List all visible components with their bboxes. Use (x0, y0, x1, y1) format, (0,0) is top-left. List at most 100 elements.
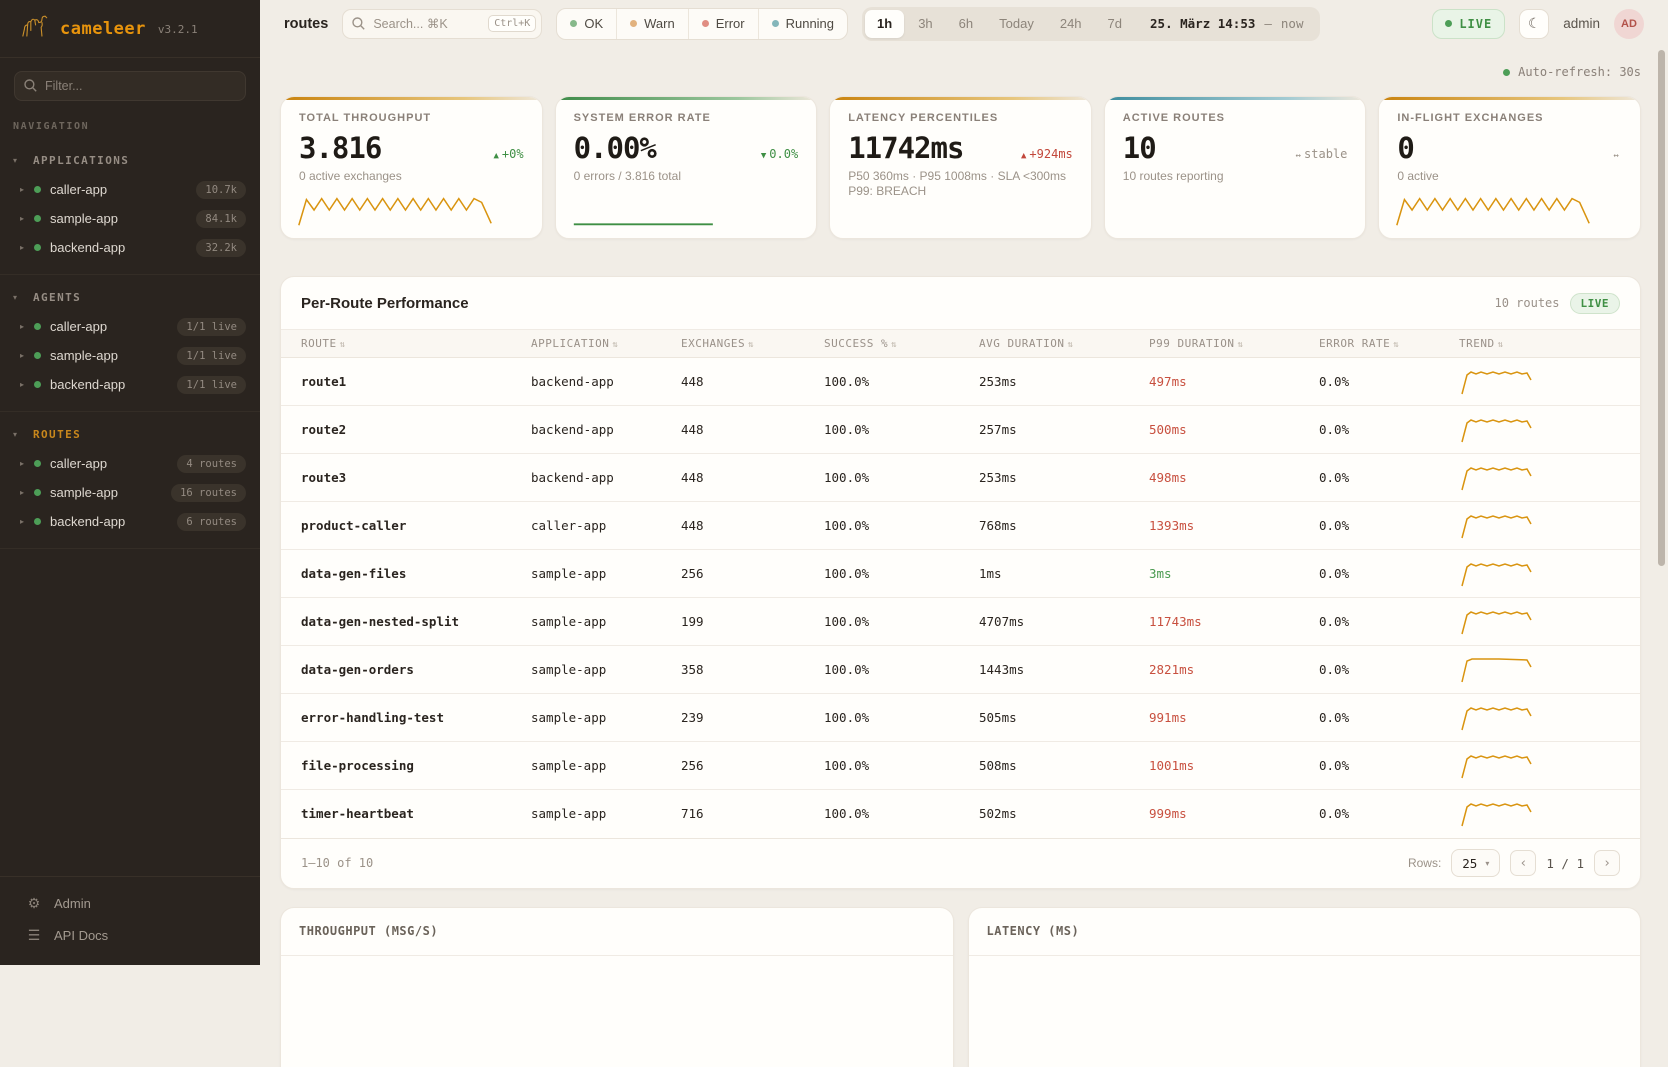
sidebar-item-backend-app-routes[interactable]: ▸ backend-app 6 routes (0, 507, 260, 536)
application-name: sample-app (523, 598, 673, 646)
col-p99-duration[interactable]: P99 DURATION⇅ (1141, 330, 1311, 358)
table-row[interactable]: route2 backend-app 448 100.0% 257ms 500m… (281, 406, 1640, 454)
next-page-button[interactable]: › (1594, 850, 1620, 876)
section-header-agents[interactable]: ▾ AGENTS (0, 285, 260, 312)
exchanges-value: 448 (673, 406, 816, 454)
rows-per-page-value: 25 (1462, 856, 1477, 871)
application-name: backend-app (523, 358, 673, 406)
error-dot-icon (702, 20, 709, 27)
time-range-display[interactable]: 25. März 14:53 — now (1136, 16, 1317, 31)
sidebar-item-api-docs[interactable]: ☰ API Docs (0, 919, 260, 951)
sidebar-filter (14, 71, 246, 101)
col-trend[interactable]: TREND⇅ (1451, 330, 1640, 358)
item-label: caller-app (50, 456, 107, 471)
dark-mode-toggle[interactable]: ☾ (1519, 9, 1549, 39)
filter-input[interactable] (14, 71, 246, 101)
kpi-label: SYSTEM ERROR RATE (574, 112, 799, 124)
table-row[interactable]: data-gen-orders sample-app 358 100.0% 14… (281, 646, 1640, 694)
chevron-right-icon: ▸ (20, 243, 34, 252)
item-badge: 84.1k (196, 210, 246, 228)
filter-label: Running (786, 16, 834, 31)
range-1h-button[interactable]: 1h (865, 10, 904, 38)
sidebar-item-caller-app[interactable]: ▸ caller-app 10.7k (0, 175, 260, 204)
col-exchanges[interactable]: EXCHANGES⇅ (673, 330, 816, 358)
avatar[interactable]: AD (1614, 9, 1644, 39)
error-rate-value: 0.0% (1311, 598, 1451, 646)
avg-duration-value: 508ms (971, 742, 1141, 790)
live-toggle[interactable]: LIVE (1432, 9, 1505, 39)
sidebar-item-backend-app[interactable]: ▸ backend-app 32.2k (0, 233, 260, 262)
item-label: caller-app (50, 182, 107, 197)
kpi-delta: ▲+0% (493, 147, 523, 161)
auto-refresh-label: Auto-refresh: 30s (1518, 65, 1641, 79)
sidebar-item-admin[interactable]: ⚙ Admin (0, 887, 260, 919)
sidebar-item-sample-app-agent[interactable]: ▸ sample-app 1/1 live (0, 341, 260, 370)
live-dot-icon (1445, 20, 1452, 27)
error-rate-value: 0.0% (1311, 502, 1451, 550)
bottom-charts-row: THROUGHPUT (MSG/S) LATENCY (MS) (280, 907, 1641, 1067)
table-row[interactable]: data-gen-files sample-app 256 100.0% 1ms… (281, 550, 1640, 598)
status-dot (34, 352, 41, 359)
range-today-button[interactable]: Today (987, 10, 1046, 38)
exchanges-value: 239 (673, 694, 816, 742)
kpi-subtext: 0 active (1397, 169, 1622, 183)
card-accent (830, 97, 1091, 100)
rows-per-page-label: Rows: (1408, 856, 1441, 870)
table-row[interactable]: timer-heartbeat sample-app 716 100.0% 50… (281, 790, 1640, 838)
app-logo: cameleer v3.2.1 (0, 0, 260, 58)
sidebar-item-caller-app-agent[interactable]: ▸ caller-app 1/1 live (0, 312, 260, 341)
status-dot (34, 381, 41, 388)
filter-running-button[interactable]: Running (759, 9, 847, 39)
card-accent (1379, 97, 1640, 100)
filter-label: OK (584, 16, 603, 31)
kpi-inflight-exchanges: IN-FLIGHT EXCHANGES 0 ↔ 0 active (1378, 96, 1641, 239)
filter-error-button[interactable]: Error (689, 9, 759, 39)
table-row[interactable]: file-processing sample-app 256 100.0% 50… (281, 742, 1640, 790)
col-error-rate[interactable]: ERROR RATE⇅ (1311, 330, 1451, 358)
range-7d-button[interactable]: 7d (1096, 10, 1134, 38)
filter-ok-button[interactable]: OK (557, 9, 617, 39)
range-6h-button[interactable]: 6h (947, 10, 985, 38)
throughput-chart-panel: THROUGHPUT (MSG/S) (280, 907, 954, 1067)
section-header-applications[interactable]: ▾ APPLICATIONS (0, 148, 260, 175)
chart-header: THROUGHPUT (MSG/S) (281, 908, 953, 956)
col-success[interactable]: SUCCESS %⇅ (816, 330, 971, 358)
item-badge: 1/1 live (177, 347, 246, 365)
range-3h-button[interactable]: 3h (906, 10, 944, 38)
col-route[interactable]: ROUTE⇅ (281, 330, 523, 358)
col-avg-duration[interactable]: AVG DURATION⇅ (971, 330, 1141, 358)
chevron-right-icon: ▸ (20, 459, 34, 468)
sort-icon: ⇅ (1067, 340, 1073, 350)
p99-duration-value: 1001ms (1141, 742, 1311, 790)
chevron-right-icon: › (1603, 856, 1611, 871)
sidebar: cameleer v3.2.1 NAVIGATION ▾ APPLICATION… (0, 0, 260, 965)
p99-duration-value: 1393ms (1141, 502, 1311, 550)
page-scrollbar[interactable] (1658, 50, 1665, 566)
table-row[interactable]: route3 backend-app 448 100.0% 253ms 498m… (281, 454, 1640, 502)
sidebar-item-caller-app-routes[interactable]: ▸ caller-app 4 routes (0, 449, 260, 478)
table-row[interactable]: route1 backend-app 448 100.0% 253ms 497m… (281, 358, 1640, 406)
chevron-right-icon: ▸ (20, 185, 34, 194)
sidebar-item-sample-app[interactable]: ▸ sample-app 84.1k (0, 204, 260, 233)
sidebar-section-applications: ▾ APPLICATIONS ▸ caller-app 10.7k ▸ samp… (0, 138, 260, 275)
exchanges-value: 448 (673, 358, 816, 406)
table-row[interactable]: error-handling-test sample-app 239 100.0… (281, 694, 1640, 742)
sidebar-item-backend-app-agent[interactable]: ▸ backend-app 1/1 live (0, 370, 260, 399)
kpi-subtext-2: P99: BREACH (848, 184, 1073, 198)
section-header-routes[interactable]: ▾ ROUTES (0, 422, 260, 449)
filter-warn-button[interactable]: Warn (617, 9, 689, 39)
latency-chart-panel: LATENCY (MS) (968, 907, 1642, 1067)
sort-icon: ⇅ (340, 340, 346, 350)
range-24h-button[interactable]: 24h (1048, 10, 1094, 38)
gear-icon: ⚙ (26, 895, 42, 912)
stable-arrows-icon: ↔ (1296, 151, 1301, 161)
prev-page-button[interactable]: ‹ (1510, 850, 1536, 876)
trend-cell (1451, 358, 1640, 406)
route-name: data-gen-files (281, 550, 523, 598)
col-application[interactable]: APPLICATION⇅ (523, 330, 673, 358)
rows-per-page-select[interactable]: 25 ▾ (1451, 849, 1500, 877)
sidebar-item-sample-app-routes[interactable]: ▸ sample-app 16 routes (0, 478, 260, 507)
username[interactable]: admin (1563, 16, 1600, 31)
table-row[interactable]: data-gen-nested-split sample-app 199 100… (281, 598, 1640, 646)
table-row[interactable]: product-caller caller-app 448 100.0% 768… (281, 502, 1640, 550)
